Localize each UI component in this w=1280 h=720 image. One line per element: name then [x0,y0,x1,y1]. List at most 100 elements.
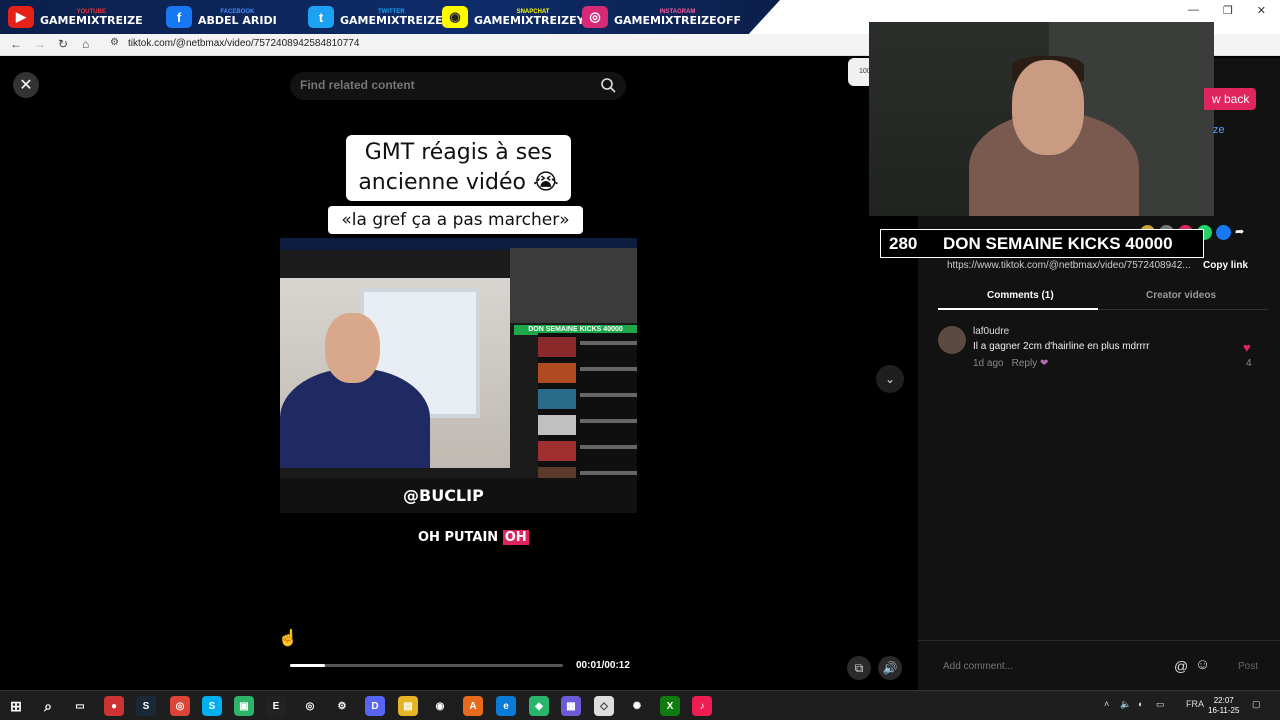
app-orange-icon[interactable]: A [463,696,483,716]
facebook-icon: f [166,6,192,28]
social-handle: GAMEMIXTREIZE [40,13,143,27]
heart-icon[interactable]: ♥ [1243,340,1251,355]
streamer-head [1012,60,1084,155]
window-controls: — ❐ ✕ [1188,4,1266,22]
battery-tray-icon[interactable]: ▭ [1156,699,1165,710]
volume-button[interactable]: 🔊 [878,656,902,680]
app-white-icon[interactable]: ◇ [594,696,614,716]
app-green-icon[interactable]: ▣ [234,696,254,716]
maximize-icon[interactable]: ❐ [1223,4,1233,22]
forward-icon[interactable]: → [34,37,46,51]
task-view-icon[interactable]: ▭ [70,696,90,716]
comment-username[interactable]: laf0udre [973,326,1009,337]
kicks-donation-banner: 280 DON SEMAINE KICKS 40000 [880,229,1204,258]
clock-date: 16-11-25 [1208,706,1240,715]
pip-icon: ⧉ [854,660,864,675]
progress-fill [290,664,326,667]
network-tray-icon[interactable]: ◐ [1138,699,1143,709]
screen: ▶ YOUTUBE GAMEMIXTREIZE f FACEBOOK ABDEL A… [0,0,1280,720]
reload-icon[interactable]: ↻ [58,37,68,51]
creator-liked-icon: ❤ [1039,358,1049,369]
social-facebook: f FACEBOOK ABDEL ARIDI [166,2,277,32]
search-bar[interactable] [290,72,626,100]
side-link[interactable]: ze [1213,124,1225,136]
add-comment-bar: @ ☺ Post [918,640,1280,690]
xbox-icon[interactable]: X [660,696,680,716]
social-handle: ABDEL ARIDI [198,13,277,27]
avatar[interactable] [938,326,966,354]
post-button[interactable]: Post [1238,661,1258,672]
volume-tray-icon[interactable]: 🔈 [1120,699,1131,710]
search-input[interactable] [300,78,580,92]
app-circle-icon[interactable]: ◎ [300,696,320,716]
next-video-button[interactable]: ⌄ [876,365,904,393]
add-comment-input[interactable] [943,661,1143,672]
edge-icon[interactable]: e [496,696,516,716]
steam-icon[interactable]: S [136,696,156,716]
app-gear-icon[interactable]: ⚙ [332,696,352,716]
video-quote-box: «la gref ça a pas marcher» [328,206,583,234]
skype-icon[interactable]: S [202,696,222,716]
comment-like-count: 4 [1246,358,1252,369]
facebook-share-icon[interactable] [1216,225,1231,240]
go-back-button[interactable]: w back [1204,88,1256,110]
mention-icon[interactable]: @ [1174,658,1188,674]
share-arrow-icon[interactable]: ➦ [1235,225,1250,240]
subtitle-highlight: OH [502,530,529,545]
video-stage: ✕ GMT réagis à ses ancienne vidéo 😭 «la … [0,58,918,690]
notification-icon[interactable]: ▢ [1252,699,1261,710]
social-snapchat: ◉ SNAPCHAT GAMEMIXTREIZEYT [442,2,592,32]
app-obs-icon[interactable]: ● [104,696,124,716]
url-text[interactable]: tiktok.com/@netbmax/video/75724089425848… [128,38,359,49]
twitter-icon: t [308,6,334,28]
share-link-row: https://www.tiktok.com/@netbmax/video/75… [938,259,1268,273]
app-purple-icon[interactable]: ▦ [561,696,581,716]
back-icon[interactable]: ← [10,37,22,51]
search-icon[interactable] [600,77,616,93]
comment-time: 1d ago [973,358,1004,369]
close-video-button[interactable]: ✕ [13,72,39,98]
watermark: @BUCLIP [403,486,484,505]
caption-line: GMT réagis à ses [364,140,553,165]
side-tab: 100 [848,58,871,86]
tray-chevron-icon[interactable]: ˄ [1104,699,1109,709]
minimize-icon[interactable]: — [1188,4,1199,22]
sidebar-tabs: Comments (1) Creator videos [938,289,1268,310]
site-info-icon[interactable]: ⚙ [110,37,119,48]
file-explorer-icon[interactable]: ▤ [398,696,418,716]
app-ring-icon[interactable]: ◉ [430,696,450,716]
emoji-icon[interactable]: ☺ [1195,656,1210,673]
video-caption-box: GMT réagis à ses ancienne vidéo 😭 [346,135,571,201]
clock-time: 22:07 [1213,696,1234,705]
caption-line: ancienne vidéo 😭 [358,170,559,195]
home-icon[interactable]: ⌂ [82,37,89,51]
tiktok-icon[interactable]: ♪ [692,696,712,716]
tab-creator-videos[interactable]: Creator videos [1146,290,1216,301]
app-dark-icon[interactable]: ✺ [627,696,647,716]
copy-link-button[interactable]: Copy link [1203,260,1248,271]
epic-games-icon[interactable]: E [266,696,286,716]
hand-cursor-icon: ☝ [278,630,298,647]
video-link[interactable]: https://www.tiktok.com/@netbmax/video/75… [947,260,1192,271]
video-frame[interactable]: DON SEMAINE KICKS 40000 @BUCLIP [280,238,637,513]
app-chat-icon[interactable]: ◆ [529,696,549,716]
windows-start-icon[interactable]: ⊞ [6,696,26,716]
social-instagram: ◎ INSTAGRAM GAMEMIXTREIZEOFF [582,2,741,32]
instagram-icon: ◎ [582,6,608,28]
chevron-down-icon: ⌄ [884,372,896,386]
tab-divider [1098,309,1268,310]
tab-comments[interactable]: Comments (1) [987,290,1054,301]
search-taskbar-icon[interactable]: ⌕ [38,696,58,716]
close-window-icon[interactable]: ✕ [1257,4,1266,22]
reply-button[interactable]: Reply [1012,358,1038,369]
social-youtube: ▶ YOUTUBE GAMEMIXTREIZE [8,2,143,32]
language-indicator[interactable]: FRA [1186,699,1204,709]
comment-text: Il a gagner 2cm d'hairline en plus mdrrr… [973,341,1150,352]
discord-icon[interactable]: D [365,696,385,716]
kicks-count: 280 [889,233,918,253]
snapchat-icon: ◉ [442,6,468,28]
pip-button[interactable]: ⧉ [847,656,871,680]
progress-bar[interactable] [290,664,563,667]
clock[interactable]: 22:07 16-11-25 [1208,696,1239,716]
chrome-icon[interactable]: ◎ [170,696,190,716]
